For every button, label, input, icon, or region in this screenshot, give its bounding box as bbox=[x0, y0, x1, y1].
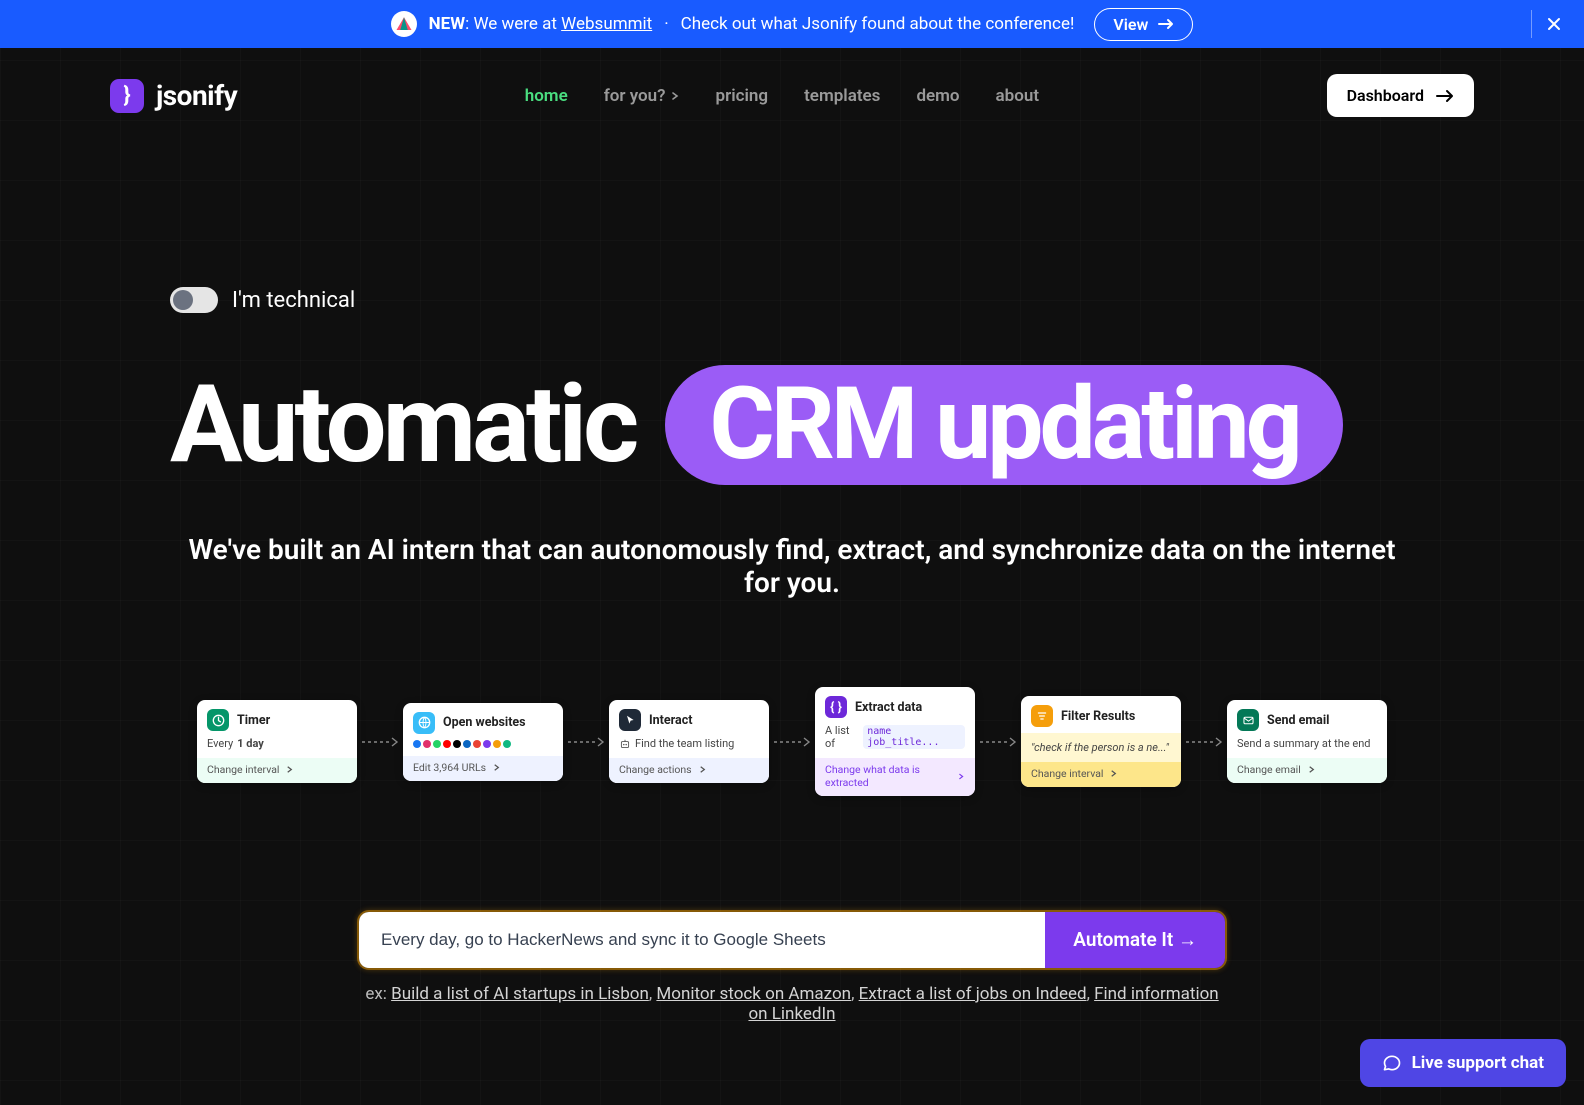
cursor-icon bbox=[619, 709, 641, 731]
prompt-section: Automate It → ex: Build a list of AI sta… bbox=[357, 910, 1227, 1024]
logo-text: jsonify bbox=[156, 79, 237, 112]
headline-static: Automatic bbox=[170, 371, 635, 479]
card-timer[interactable]: Timer Every 1 day Change interval bbox=[197, 700, 357, 783]
banner-divider bbox=[1531, 10, 1532, 38]
banner-view-button[interactable]: View bbox=[1094, 8, 1193, 41]
automate-button[interactable]: Automate It → bbox=[1045, 912, 1225, 968]
main-header: } jsonify home for you? pricing template… bbox=[0, 48, 1584, 117]
logo[interactable]: } jsonify bbox=[110, 79, 237, 113]
hero-subhead: We've built an AI intern that can autono… bbox=[170, 533, 1414, 599]
chevron-right-icon bbox=[698, 765, 707, 774]
nav-pricing[interactable]: pricing bbox=[716, 86, 769, 106]
card-email[interactable]: Send email Send a summary at the end Cha… bbox=[1227, 700, 1387, 783]
card-open-websites[interactable]: Open websites Edit 3,964 URLs bbox=[403, 703, 563, 781]
banner-new-badge: NEW bbox=[429, 14, 465, 34]
hero-section: I'm technical Automatic CRM updating We'… bbox=[0, 117, 1584, 599]
card-filter-footer[interactable]: Change interval bbox=[1021, 762, 1181, 787]
announcement-banner: NEW: We were at Websummit · Check out wh… bbox=[0, 0, 1584, 48]
websummit-logo-icon bbox=[391, 11, 417, 37]
banner-close-button[interactable] bbox=[1544, 14, 1564, 34]
card-extract[interactable]: { } Extract data A list of name job_titl… bbox=[815, 687, 975, 796]
arrow-right-icon bbox=[1436, 89, 1454, 103]
card-timer-footer[interactable]: Change interval bbox=[197, 758, 357, 783]
filter-icon bbox=[1031, 705, 1053, 727]
card-open-body-icons bbox=[403, 740, 563, 756]
chevron-right-icon bbox=[492, 763, 501, 772]
banner-separator: · bbox=[664, 14, 668, 34]
banner-link-websummit[interactable]: Websummit bbox=[561, 14, 652, 34]
card-email-footer[interactable]: Change email bbox=[1227, 758, 1387, 783]
primary-nav: home for you? pricing templates demo abo… bbox=[525, 86, 1039, 106]
example-link-1[interactable]: Monitor stock on Amazon bbox=[656, 984, 851, 1004]
robot-icon bbox=[619, 738, 631, 750]
chevron-right-icon bbox=[957, 772, 965, 781]
live-support-button[interactable]: Live support chat bbox=[1360, 1039, 1566, 1087]
technical-toggle-label: I'm technical bbox=[232, 288, 355, 313]
flow-arrow bbox=[563, 736, 609, 748]
workflow-row: Timer Every 1 day Change interval Open w… bbox=[0, 687, 1584, 796]
example-link-0[interactable]: Build a list of AI startups in Lisbon bbox=[391, 984, 649, 1004]
banner-text-suffix: Check out what Jsonify found about the c… bbox=[681, 14, 1075, 34]
clock-icon bbox=[207, 709, 229, 731]
banner-text-prefix: : We were at bbox=[465, 14, 561, 34]
nav-for-you[interactable]: for you? bbox=[604, 86, 680, 106]
logo-mark-icon: } bbox=[110, 79, 144, 113]
example-link-2[interactable]: Extract a list of jobs on Indeed bbox=[859, 984, 1087, 1004]
nav-about[interactable]: about bbox=[996, 86, 1040, 106]
card-open-footer[interactable]: Edit 3,964 URLs bbox=[403, 756, 563, 781]
nav-demo[interactable]: demo bbox=[916, 86, 959, 106]
headline-pill: CRM updating bbox=[665, 365, 1342, 485]
close-icon bbox=[1546, 16, 1562, 32]
dashboard-button[interactable]: Dashboard bbox=[1327, 74, 1474, 117]
prompt-examples: ex: Build a list of AI startups in Lisbo… bbox=[357, 984, 1227, 1024]
automation-prompt-input[interactable] bbox=[359, 912, 1045, 968]
technical-toggle[interactable] bbox=[170, 287, 218, 313]
chevron-right-icon bbox=[1109, 769, 1118, 778]
braces-icon: { } bbox=[825, 696, 847, 718]
chat-icon bbox=[1382, 1053, 1402, 1073]
card-filter[interactable]: Filter Results "check if the person is a… bbox=[1021, 696, 1181, 787]
mail-icon bbox=[1237, 709, 1259, 731]
card-extract-footer[interactable]: Change what data is extracted bbox=[815, 758, 975, 796]
globe-icon bbox=[413, 712, 435, 734]
card-interact[interactable]: Interact Find the team listing Change ac… bbox=[609, 700, 769, 783]
flow-arrow bbox=[975, 736, 1021, 748]
arrow-right-icon bbox=[1158, 18, 1174, 30]
nav-templates[interactable]: templates bbox=[804, 86, 880, 106]
chevron-right-icon bbox=[670, 91, 680, 101]
flow-arrow bbox=[769, 736, 815, 748]
nav-home[interactable]: home bbox=[525, 86, 568, 106]
chevron-right-icon bbox=[285, 765, 294, 774]
flow-arrow bbox=[1181, 736, 1227, 748]
card-interact-footer[interactable]: Change actions bbox=[609, 758, 769, 783]
flow-arrow bbox=[357, 736, 403, 748]
chevron-right-icon bbox=[1307, 765, 1316, 774]
